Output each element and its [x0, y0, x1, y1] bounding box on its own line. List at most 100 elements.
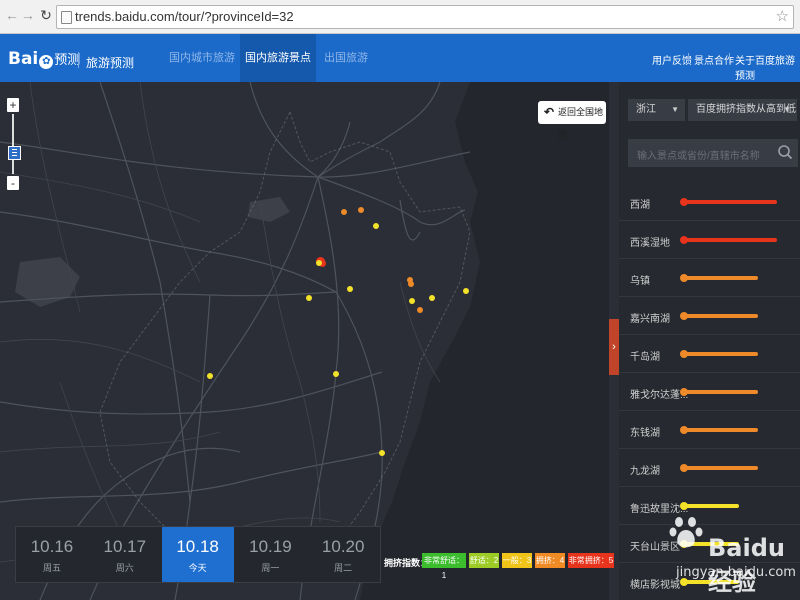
back-to-national-map-button[interactable]: ↶ 返回全国地图	[538, 101, 606, 140]
zoom-slider-handle[interactable]	[8, 146, 21, 160]
attraction-name[interactable]: 东钱湖	[630, 424, 660, 439]
attraction-row[interactable]: 西湖	[619, 182, 800, 221]
reload-icon[interactable]: ↻	[39, 8, 53, 22]
date-weekday: 周二	[334, 563, 353, 573]
page-icon	[61, 11, 72, 24]
logo-text: Bai	[8, 49, 39, 69]
province-select-value: 浙江	[636, 104, 656, 115]
crowd-level-bar	[679, 426, 759, 434]
crowd-level-bar	[679, 388, 759, 396]
legend-item: 一般：3	[502, 553, 532, 568]
browser-toolbar: ← → ↻ trends.baidu.com/tour/?provinceId=…	[0, 0, 800, 34]
date-tab[interactable]: 10.18 今天	[161, 527, 234, 582]
hotspot-dot[interactable]	[379, 450, 385, 456]
hotspot-dot[interactable]	[341, 209, 347, 215]
link-divider	[688, 53, 689, 64]
attraction-ranking-panel: 浙江 ▼ 百度拥挤指数从高到低 ▼ 输入景点或省份/直辖市名称 西湖西溪湿地乌镇…	[619, 82, 800, 600]
hotspot-dot[interactable]	[408, 281, 414, 287]
zoom-slider-track[interactable]	[12, 114, 14, 174]
attraction-row[interactable]: 嘉兴南湖	[619, 296, 800, 335]
tab-outbound[interactable]: 出国旅游	[316, 34, 376, 82]
date-tab[interactable]: 10.17 周六	[89, 527, 161, 582]
date-weekday: 周五	[42, 563, 61, 573]
crowd-level-bar	[679, 464, 759, 472]
date-tab[interactable]: 10.19 周一	[234, 527, 306, 582]
attraction-name[interactable]: 西湖	[630, 196, 650, 211]
crowd-level-bar	[679, 274, 759, 282]
watermark-paw-icon	[669, 517, 703, 548]
attraction-row[interactable]: 雅戈尔达蓬...	[619, 372, 800, 411]
attraction-name[interactable]: 嘉兴南湖	[630, 310, 670, 325]
attraction-search-input[interactable]: 输入景点或省份/直辖市名称	[628, 139, 798, 167]
back-arrow-icon[interactable]: ←	[5, 8, 19, 22]
sort-select[interactable]: 百度拥挤指数从高到低 ▼	[688, 99, 797, 121]
product-name: 旅游预测	[86, 56, 135, 70]
legend-item: 非常拥挤：5	[568, 553, 614, 568]
baidu-logo[interactable]: Bai ✿ 预测	[8, 49, 80, 69]
date-tab[interactable]: 10.16 周五	[16, 527, 88, 582]
attraction-row[interactable]: 西溪湿地	[619, 220, 800, 259]
hotspot-dot[interactable]	[429, 295, 435, 301]
back-button-label: 返回全国地图	[558, 107, 604, 140]
attraction-row[interactable]: 千岛湖	[619, 334, 800, 373]
baidu-paw-icon: ✿	[39, 55, 54, 69]
hotspot-dot[interactable]	[316, 260, 322, 266]
logo-divider	[78, 52, 79, 68]
hotspot-dot[interactable]	[463, 288, 469, 294]
attraction-row[interactable]: 鲁迅故里沈...	[619, 486, 800, 525]
hotspot-dot[interactable]	[373, 223, 379, 229]
date-value: 10.20	[321, 537, 365, 556]
logo-sub-text: 预测	[54, 53, 81, 68]
search-icon[interactable]	[776, 143, 794, 161]
attraction-row[interactable]: 九龙湖	[619, 448, 800, 487]
tab-domestic-city[interactable]: 国内城市旅游	[165, 34, 239, 82]
date-tab[interactable]: 10.20 周二	[307, 527, 379, 582]
sort-select-value: 百度拥挤指数从高到低	[696, 104, 796, 115]
hotspot-dot[interactable]	[207, 373, 213, 379]
date-value: 10.19	[249, 537, 292, 556]
bookmark-star-icon[interactable]: ☆	[776, 7, 789, 25]
crowd-level-bar	[679, 350, 759, 358]
date-weekday: 今天	[188, 563, 207, 573]
chevron-right-icon: ›	[612, 341, 616, 353]
watermark-url: jingyan.baidu.com	[676, 565, 796, 580]
caret-down-icon: ▼	[783, 105, 791, 114]
attraction-name[interactable]: 千岛湖	[630, 348, 660, 363]
attraction-name[interactable]: 横店影视城	[630, 576, 680, 591]
url-text[interactable]: trends.baidu.com/tour/?provinceId=32	[75, 9, 294, 24]
attraction-name[interactable]: 乌镇	[630, 272, 650, 287]
attraction-row[interactable]: 东钱湖	[619, 410, 800, 449]
hotspot-dot[interactable]	[358, 207, 364, 213]
attraction-name[interactable]: 九龙湖	[630, 462, 660, 477]
search-placeholder: 输入景点或省份/直辖市名称	[637, 151, 760, 162]
address-bar[interactable]: trends.baidu.com/tour/?provinceId=32 ☆	[56, 5, 794, 29]
feedback-link[interactable]: 用户反馈	[652, 52, 692, 67]
attraction-row[interactable]: 乌镇	[619, 258, 800, 297]
zoom-in-button[interactable]: +	[7, 98, 19, 112]
date-value: 10.16	[30, 537, 74, 556]
map-canvas[interactable]: + - ↶ 返回全国地图	[0, 82, 609, 600]
tab-domestic-attractions[interactable]: 国内旅游景点	[240, 34, 316, 82]
undo-arrow-icon: ↶	[544, 105, 555, 119]
hotspot-dot[interactable]	[347, 286, 353, 292]
crowd-level-bar	[679, 502, 740, 510]
hotspot-dot[interactable]	[333, 371, 339, 377]
link-divider	[729, 53, 730, 64]
province-select[interactable]: 浙江 ▼	[628, 99, 685, 121]
date-weekday: 周一	[261, 563, 280, 573]
attraction-name[interactable]: 西溪湿地	[630, 234, 670, 249]
collapse-panel-button[interactable]: ›	[609, 319, 619, 375]
hotspot-dot[interactable]	[409, 298, 415, 304]
crowd-level-bar	[679, 312, 759, 320]
hotspot-dot[interactable]	[306, 295, 312, 301]
crowd-level-bar	[680, 236, 777, 244]
caret-down-icon: ▼	[671, 105, 679, 114]
date-value: 10.17	[103, 537, 147, 556]
forward-arrow-icon[interactable]: →	[21, 8, 35, 22]
zoom-out-button[interactable]: -	[7, 176, 19, 190]
map-background	[0, 82, 609, 600]
hotspot-dot[interactable]	[417, 307, 423, 313]
about-link[interactable]: 关于百度旅游预测	[735, 52, 800, 82]
cooperation-link[interactable]: 景点合作	[694, 52, 734, 67]
legend-item: 舒适：2	[469, 553, 499, 568]
